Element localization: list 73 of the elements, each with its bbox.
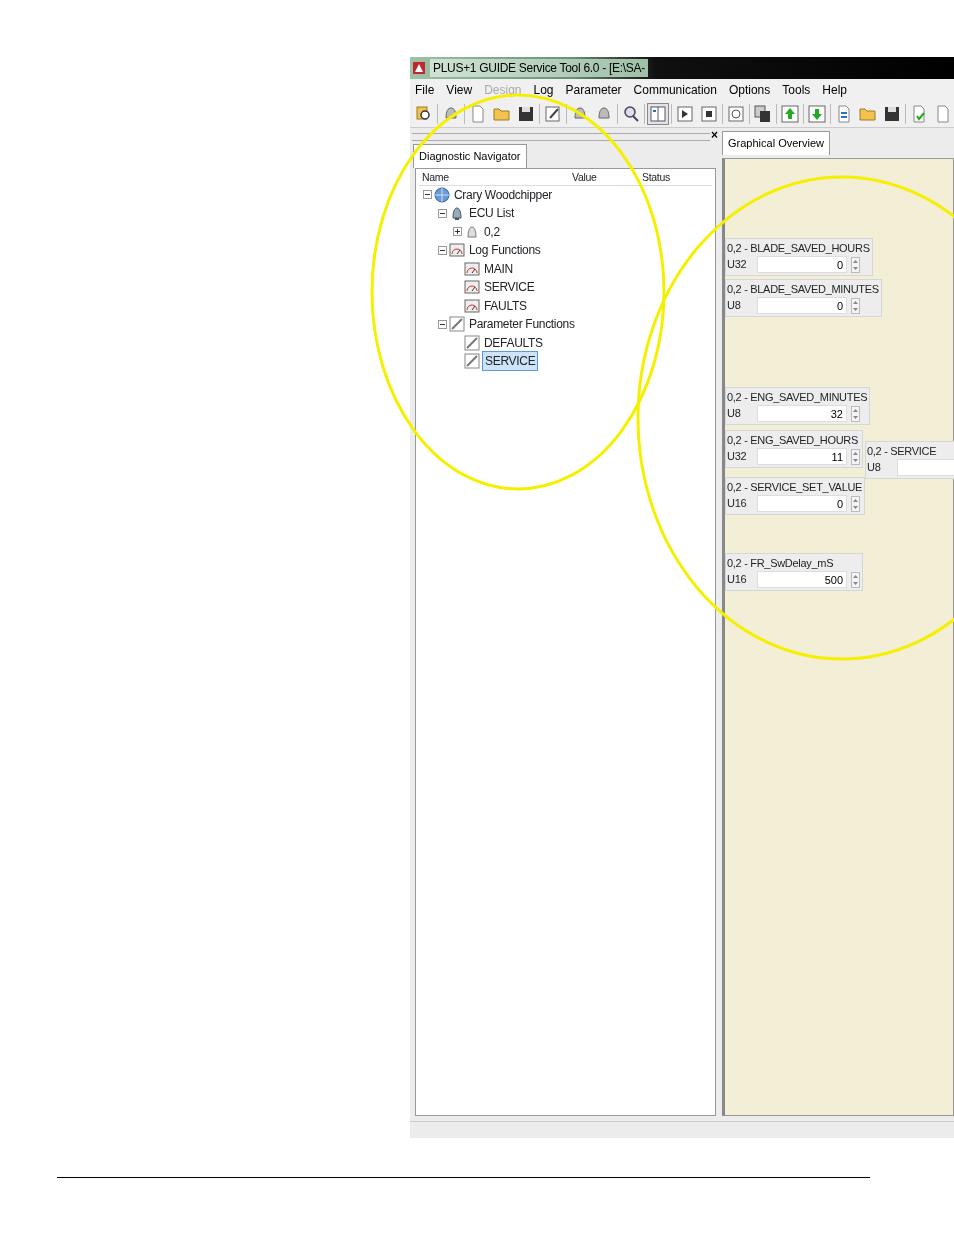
gauge-icon [464,260,480,277]
menu-item[interactable]: Help [822,81,847,99]
play-icon [675,104,695,124]
column-header[interactable]: Status [639,170,699,186]
parameter-name: 0,2 - FR_SwDelay_mS [727,555,835,571]
menu-item[interactable]: Log [533,81,554,99]
parameter-name: 0,2 - SERVICE [867,443,938,459]
tree-item[interactable]: FAULTS [482,296,529,315]
expand-icon[interactable] [453,227,462,237]
column-header[interactable]: Value [569,170,639,186]
collapse-icon[interactable] [438,319,447,329]
bell-icon [449,205,465,222]
clock-icon [726,104,746,124]
data-type: U8 [727,298,742,314]
toolbar-button[interactable] [674,103,696,125]
app-logo-icon [412,61,426,75]
parameter-name: 0,2 - SERVICE_SET_VALUE [727,479,863,495]
toolbar-button[interactable] [698,103,720,125]
tree-item[interactable]: ECU List [467,204,516,223]
data-type: U16 [727,496,748,512]
bell-icon [464,223,480,240]
value-field[interactable]: 11 [757,448,847,465]
spinner-icon [851,405,860,422]
spinner-icon [851,256,860,273]
tree-item[interactable]: 0,2 [482,222,502,241]
parameter-name: 0,2 - BLADE_SAVED_MINUTES [727,281,879,297]
spinner-icon [851,448,860,465]
data-type: U32 [727,449,748,465]
data-type: U8 [867,460,882,476]
parameter-name: 0,2 - BLADE_SAVED_HOURS [727,240,870,256]
tree-item[interactable]: Log Functions [467,241,543,260]
spinner-icon [851,571,860,588]
gauge-icon [449,242,465,259]
close-button[interactable]: × [711,129,718,141]
data-type: U16 [727,572,748,588]
value-field[interactable]: 0 [757,495,847,512]
tree-item[interactable]: SERVICE [482,278,537,297]
tab[interactable]: Graphical Overview [722,131,830,155]
tree-item[interactable]: Parameter Functions [467,315,577,334]
menu-item[interactable]: File [415,81,435,99]
tree-item[interactable]: DEFAULTS [482,333,545,352]
menu-item[interactable]: Communication [633,81,717,99]
value-field[interactable]: 0 [757,297,847,314]
copy-icon [753,104,773,124]
panel-icon [648,104,668,124]
window-title: PLUS+1 GUIDE Service Tool 6.0 - [E:\SA- [430,59,648,77]
menu-item[interactable]: View [446,81,473,99]
gauge-icon [464,297,480,314]
data-type: U32 [727,257,748,273]
stop-icon [699,104,719,124]
data-type: U8 [727,406,742,422]
collapse-icon[interactable] [423,190,432,200]
collapse-icon[interactable] [438,245,447,255]
globe-icon [434,186,450,203]
value-field[interactable]: 500 [757,571,847,588]
tab[interactable]: Diagnostic Navigator [413,144,527,168]
menu-item[interactable]: Options [728,81,771,99]
spinner-icon [851,495,860,512]
parameter-name: 0,2 - ENG_SAVED_HOURS [727,432,860,448]
magnifier-icon [621,104,641,124]
column-header[interactable]: Name [419,170,569,186]
menu-item[interactable]: Parameter [565,81,622,99]
value-field[interactable]: 0 [757,256,847,273]
collapse-icon[interactable] [438,208,447,218]
tree-item[interactable]: Crary Woodchipper [452,185,555,204]
spinner-icon [851,297,860,314]
tree-item[interactable]: SERVICE [482,351,539,372]
parameter-name: 0,2 - ENG_SAVED_MINUTES [727,389,868,405]
tree-item[interactable]: MAIN [482,259,515,278]
value-field[interactable]: 32 [757,405,847,422]
menu-item[interactable]: Tools [782,81,811,99]
pencil-icon [543,104,563,124]
gauge-icon [464,279,480,296]
